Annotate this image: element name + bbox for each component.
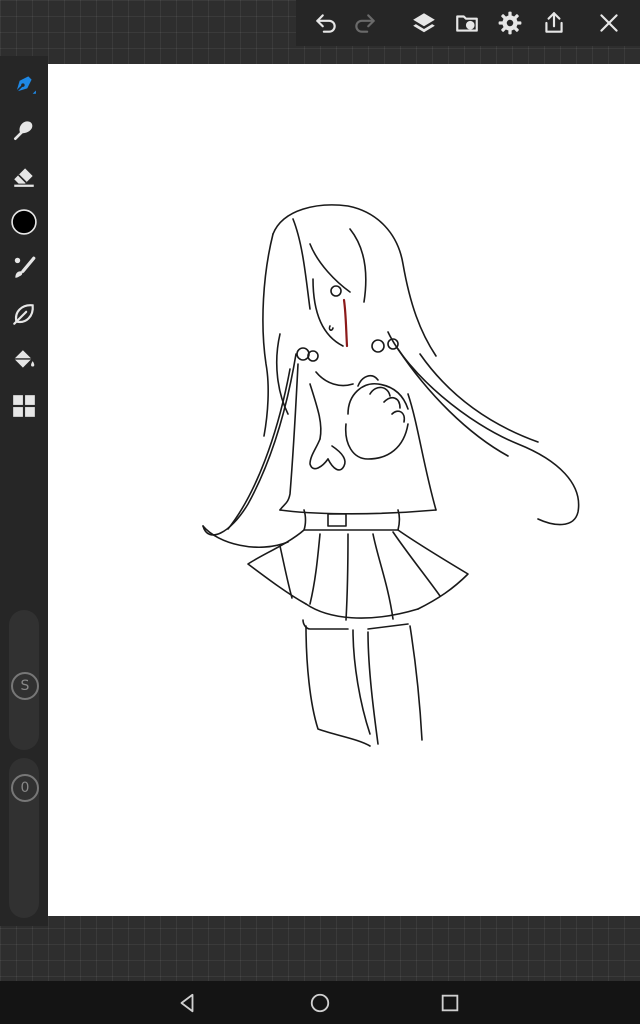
eraser-icon [14,168,34,187]
paint-bucket-icon [14,350,35,368]
smudge-icon [13,121,33,141]
size-slider-label: S [11,672,39,700]
undo-button[interactable] [309,6,343,40]
drawing-canvas[interactable] [48,64,640,916]
gallery-button[interactable] [450,6,484,40]
back-icon [180,993,194,1013]
undo-icon [316,14,336,33]
redo-icon [355,14,375,33]
layout-tool[interactable] [6,388,42,424]
home-icon [310,993,330,1013]
opacity-slider-label: 0 [11,774,39,802]
redo-button[interactable] [348,6,382,40]
blood-streak [342,298,349,348]
recents-button[interactable] [435,988,465,1018]
back-button[interactable] [172,988,202,1018]
gear-icon [498,11,522,35]
color-swatch-tool[interactable] [6,204,42,240]
pen-tool[interactable] [6,66,42,102]
recents-icon [441,994,459,1012]
gallery-icon [456,15,478,32]
share-button[interactable] [537,6,571,40]
brush-tool[interactable] [6,250,42,286]
layers-icon [413,13,435,33]
grid-icon [13,395,35,417]
pen-icon [15,76,36,94]
layers-button[interactable] [407,6,441,40]
brush-icon [14,256,36,278]
share-icon [545,12,563,33]
system-nav-bar [0,981,640,1024]
left-toolbar: S 0 [0,56,48,926]
top-toolbar [296,0,640,46]
paint-bucket-tool[interactable] [6,342,42,378]
close-icon [600,14,618,32]
opacity-slider[interactable]: 0 [9,758,39,918]
smudge-tool[interactable] [6,112,42,148]
home-button[interactable] [305,988,335,1018]
leaf-tool[interactable] [6,296,42,332]
settings-button[interactable] [493,6,527,40]
brush-size-slider[interactable]: S [9,610,39,750]
color-swatch-icon [11,209,37,235]
close-button[interactable] [592,6,626,40]
leaf-icon [13,304,34,325]
eraser-tool[interactable] [6,158,42,194]
